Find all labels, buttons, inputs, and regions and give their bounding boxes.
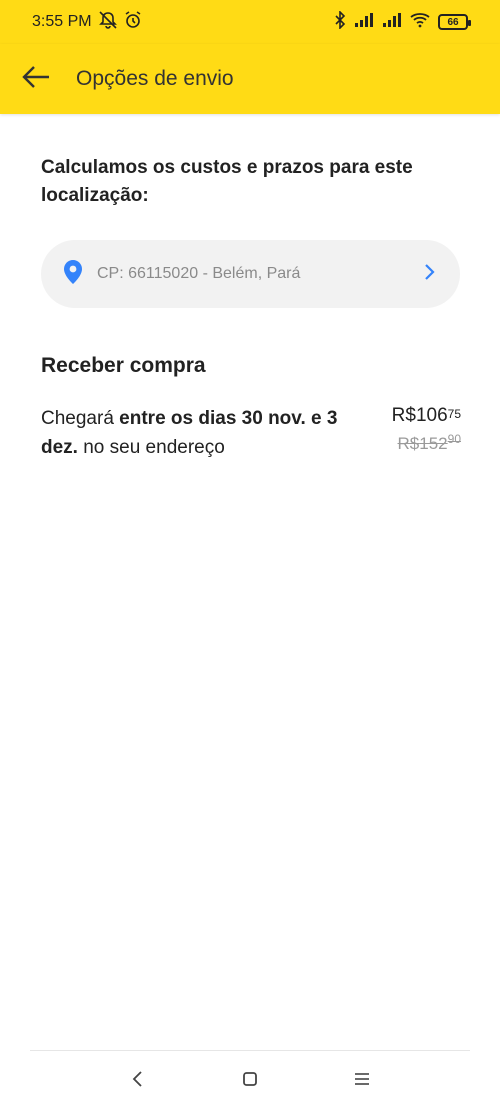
back-button[interactable] [0,44,72,114]
location-text: CP: 66115020 - Belém, Pará [97,265,301,282]
nav-home-icon [241,1070,259,1093]
arrow-left-icon [21,65,51,94]
current-price-integer: 106 [415,405,448,426]
original-price: R$15290 [371,432,461,454]
delivery-suffix: no seu endereço [77,437,225,458]
status-bar: 3:55 PM 66 [0,0,500,44]
current-price-currency: R$ [391,405,416,426]
nav-home-button[interactable] [238,1069,262,1093]
delivery-estimate: Chegará entre os dias 30 nov. e 3 dez. n… [41,404,361,462]
location-selector[interactable]: CP: 66115020 - Belém, Pará [41,240,460,308]
original-price-currency: R$ [397,434,420,453]
page-title: Opções de envio [76,67,234,90]
status-time: 3:55 PM [32,13,92,30]
shipping-option[interactable]: Chegará entre os dias 30 nov. e 3 dez. n… [41,404,461,462]
signal-icon [382,12,402,33]
bluetooth-icon [334,9,346,34]
nav-back-icon [131,1070,145,1093]
status-right: 66 [334,9,471,34]
nav-menu-icon [353,1071,371,1092]
main-content: Calculamos os custos e prazos para este … [41,114,461,462]
current-price-cents: 75 [447,407,461,421]
wifi-icon [410,12,430,33]
delivery-prefix: Chegará [41,408,120,429]
price-block: R$10675 R$15290 [371,404,461,454]
chevron-right-icon [424,263,436,286]
battery-icon: 66 [438,14,471,30]
original-price-integer: 152 [419,434,448,453]
original-price-cents: 90 [447,432,461,446]
system-nav-bar [0,1051,500,1111]
muted-notification-icon [98,10,118,34]
signal-icon [354,12,374,33]
current-price: R$10675 [371,404,461,428]
section-title: Receber compra [41,354,206,377]
app-bar: Opções de envio [0,44,500,114]
intro-text: Calculamos os custos e prazos para este … [41,157,413,206]
status-left: 3:55 PM [32,10,142,34]
alarm-icon [124,10,142,34]
location-pin-icon [63,259,83,290]
nav-back-button[interactable] [126,1069,150,1093]
nav-menu-button[interactable] [350,1069,374,1093]
battery-level: 66 [447,16,459,28]
